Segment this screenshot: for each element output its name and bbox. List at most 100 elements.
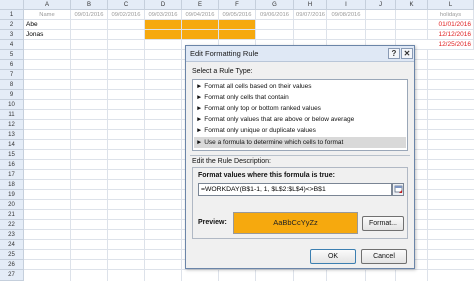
cell-c3[interactable] <box>108 30 145 40</box>
row-header-19[interactable]: 19 <box>0 190 24 200</box>
cell-d2-highlighted[interactable] <box>145 20 182 30</box>
row-header-18[interactable]: 18 <box>0 180 24 190</box>
cell-j1[interactable] <box>366 10 396 20</box>
section-divider <box>190 155 410 156</box>
cell-f2-highlighted[interactable] <box>219 20 256 30</box>
cell-l1[interactable]: holidays <box>428 10 474 20</box>
row-header-21[interactable]: 21 <box>0 210 24 220</box>
row-header-5[interactable]: 5 <box>0 50 24 60</box>
cell-l3-holiday[interactable]: 12/12/2016 <box>428 30 474 40</box>
column-header-d[interactable]: D <box>145 0 182 10</box>
cell-c2[interactable] <box>108 20 145 30</box>
row-header-24[interactable]: 24 <box>0 240 24 250</box>
cell-g2[interactable] <box>256 20 294 30</box>
cell-h2[interactable] <box>294 20 327 30</box>
cell-k2[interactable] <box>396 20 428 30</box>
column-header-c[interactable]: C <box>108 0 145 10</box>
rule-type-list[interactable]: ► Format all cells based on their values… <box>192 79 408 151</box>
row-header-27[interactable]: 27 <box>0 270 24 281</box>
row-header-14[interactable]: 14 <box>0 140 24 150</box>
rule-type-item-selected[interactable]: ► Use a formula to determine which cells… <box>194 137 406 148</box>
cell-k3[interactable] <box>396 30 428 40</box>
column-header-e[interactable]: E <box>182 0 219 10</box>
column-header-i[interactable]: I <box>327 0 366 10</box>
cell-h3[interactable] <box>294 30 327 40</box>
cell-i2[interactable] <box>327 20 366 30</box>
formula-label: Format values where this formula is true… <box>198 172 335 179</box>
row-header-3[interactable]: 3 <box>0 30 24 40</box>
cancel-button[interactable]: Cancel <box>361 249 407 264</box>
ok-button[interactable]: OK <box>310 249 356 264</box>
row-header-20[interactable]: 20 <box>0 200 24 210</box>
row-header-26[interactable]: 26 <box>0 260 24 270</box>
select-all-corner[interactable] <box>0 0 24 10</box>
row-header-16[interactable]: 16 <box>0 160 24 170</box>
row-header-22[interactable]: 22 <box>0 220 24 230</box>
row-header-17[interactable]: 17 <box>0 170 24 180</box>
rule-type-item[interactable]: ► Format only values that are above or b… <box>196 114 354 125</box>
row-header-1[interactable]: 1 <box>0 10 24 20</box>
cell-f1[interactable]: 09/05/2016 <box>219 10 256 20</box>
cell-g1[interactable]: 09/06/2016 <box>256 10 294 20</box>
cell-k1[interactable] <box>396 10 428 20</box>
formula-input[interactable]: =WORKDAY(B$1-1, 1, $L$2:$L$4)<>B$1 <box>198 183 392 196</box>
row-header-10[interactable]: 10 <box>0 100 24 110</box>
row-header-6[interactable]: 6 <box>0 60 24 70</box>
dialog-titlebar[interactable]: Edit Formatting Rule ? ✕ <box>186 46 414 62</box>
rule-type-item[interactable]: ► Format all cells based on their values <box>196 81 312 92</box>
cell-e1[interactable]: 09/04/2016 <box>182 10 219 20</box>
cell-h1[interactable]: 09/07/2016 <box>294 10 327 20</box>
cell-e2-highlighted[interactable] <box>182 20 219 30</box>
format-preview: AaBbCcYyZz <box>233 212 358 234</box>
column-header-a[interactable]: A <box>24 0 71 10</box>
cell-d3-highlighted[interactable] <box>145 30 182 40</box>
row-header-4[interactable]: 4 <box>0 40 24 50</box>
format-button[interactable]: Format... <box>362 216 404 231</box>
column-header-k[interactable]: K <box>396 0 428 10</box>
cell-c1[interactable]: 09/02/2016 <box>108 10 145 20</box>
cell-b1[interactable]: 09/01/2016 <box>71 10 108 20</box>
column-header-g[interactable]: G <box>256 0 294 10</box>
help-button[interactable]: ? <box>388 48 400 59</box>
edit-formatting-rule-dialog: Edit Formatting Rule ? ✕ Select a Rule T… <box>185 45 415 269</box>
cell-j2[interactable] <box>366 20 396 30</box>
row-header-15[interactable]: 15 <box>0 150 24 160</box>
select-rule-type-label: Select a Rule Type: <box>192 68 253 75</box>
cell-e3-highlighted[interactable] <box>182 30 219 40</box>
cell-g3[interactable] <box>256 30 294 40</box>
cell-l2-holiday[interactable]: 01/01/2016 <box>428 20 474 30</box>
row-header-8[interactable]: 8 <box>0 80 24 90</box>
row-header-7[interactable]: 7 <box>0 70 24 80</box>
column-header-j[interactable]: J <box>366 0 396 10</box>
cell-i3[interactable] <box>327 30 366 40</box>
column-header-b[interactable]: B <box>71 0 108 10</box>
cell-b2[interactable] <box>71 20 108 30</box>
cell-a2[interactable]: Abe <box>24 20 71 30</box>
preview-label: Preview: <box>198 219 227 226</box>
rule-description-panel: Format values where this formula is true… <box>192 167 408 239</box>
cell-f3-highlighted[interactable] <box>219 30 256 40</box>
row-header-23[interactable]: 23 <box>0 230 24 240</box>
dialog-title: Edit Formatting Rule <box>190 49 259 58</box>
row-header-12[interactable]: 12 <box>0 120 24 130</box>
column-header-h[interactable]: H <box>294 0 327 10</box>
column-header-f[interactable]: F <box>219 0 256 10</box>
cell-b3[interactable] <box>71 30 108 40</box>
cell-j3[interactable] <box>366 30 396 40</box>
edit-description-label: Edit the Rule Description: <box>192 158 271 165</box>
rule-type-item[interactable]: ► Format only unique or duplicate values <box>196 125 316 136</box>
close-button[interactable]: ✕ <box>401 48 413 59</box>
row-header-2[interactable]: 2 <box>0 20 24 30</box>
cell-d1[interactable]: 09/03/2016 <box>145 10 182 20</box>
column-header-l[interactable]: L <box>428 0 474 10</box>
cell-a3[interactable]: Jonas <box>24 30 71 40</box>
cell-i1[interactable]: 09/08/2016 <box>327 10 366 20</box>
rule-type-item[interactable]: ► Format only cells that contain <box>196 92 289 103</box>
row-header-25[interactable]: 25 <box>0 250 24 260</box>
row-header-11[interactable]: 11 <box>0 110 24 120</box>
cell-a1[interactable]: Name <box>24 10 71 20</box>
row-header-9[interactable]: 9 <box>0 90 24 100</box>
rule-type-item[interactable]: ► Format only top or bottom ranked value… <box>196 103 321 114</box>
collapse-dialog-button[interactable] <box>392 183 404 196</box>
row-header-13[interactable]: 13 <box>0 130 24 140</box>
